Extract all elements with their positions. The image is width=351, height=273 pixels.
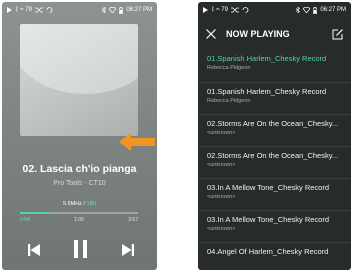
wifi-icon: [303, 7, 311, 13]
bit-depth: 1Bit: [86, 201, 97, 207]
artist-name: <unknown>: [207, 226, 236, 232]
list-item[interactable]: 03.In A Mellow Tone_Chesky Record <unknow…: [198, 178, 351, 210]
now-playing-screen: ᛒ ≈ 79 06:27 PM NOW PLAYING 01.Spanish H…: [198, 2, 351, 270]
play-status-icon: [7, 7, 12, 13]
close-icon[interactable]: [206, 29, 216, 39]
artist-name: <unknown>: [207, 130, 236, 136]
status-time: 06:27 PM: [126, 7, 152, 13]
track-name: 02.Storms Are On the Ocean_Chesky...: [207, 119, 339, 128]
pause-icon[interactable]: [74, 240, 87, 258]
audio-quality: 5.6MHz / 1Bit: [2, 201, 157, 207]
time-row: 0:54 1:00 3:57: [20, 217, 138, 223]
elapsed-time: 0:54: [20, 217, 30, 223]
track-list: 01.Spanish Harlem_Chesky Record Rebecca P…: [198, 50, 351, 270]
track-name: 03.In A Mellow Tone_Chesky Record: [207, 215, 330, 224]
mid-time: 1:00: [74, 217, 84, 223]
edit-icon[interactable]: [332, 28, 343, 40]
list-item[interactable]: 03.In A Mellow Tone_Chesky Record <unknow…: [198, 210, 351, 242]
left-arrow-icon: [119, 133, 155, 151]
status-time: 06:27 PM: [320, 7, 346, 13]
track-name: 04.Angel Of Harlem_Chesky Record: [207, 247, 329, 256]
track-name: 01.Spanish Harlem_Chesky Record: [207, 87, 327, 96]
total-time: 3:57: [128, 217, 138, 223]
shuffle-icon: [230, 7, 239, 13]
list-item[interactable]: 02.Storms Are On the Ocean_Chesky... <unk…: [198, 146, 351, 178]
track-name: 03.In A Mellow Tone_Chesky Record: [207, 183, 330, 192]
repeat-icon: [46, 7, 53, 13]
track-title[interactable]: 02. Lascia ch'io pianga: [2, 163, 157, 175]
progress-bar[interactable]: [20, 212, 138, 214]
track-name: 02.Storms Are On the Ocean_Chesky...: [207, 151, 339, 160]
player-screen: ᛒ ≈ 79 06:27 PM 02. Lascia ch'io pianga …: [2, 2, 157, 270]
next-icon[interactable]: [122, 244, 134, 256]
artist-name: Rebecca Pidgeon: [207, 98, 251, 104]
progress-fill: [20, 212, 50, 214]
playback-controls: [2, 238, 157, 262]
sample-rate: 5.6MHz /: [62, 201, 85, 207]
bluetooth-icon: [102, 7, 107, 13]
page-title: NOW PLAYING: [226, 29, 290, 39]
signal-indicator: ᛒ ≈ 79: [211, 7, 228, 13]
artist-name: Rebecca Pidgeon: [207, 65, 251, 71]
list-item[interactable]: 01.Spanish Harlem_Chesky Record Rebecca P…: [198, 50, 351, 82]
artist-name: <unknown>: [207, 162, 236, 168]
list-item[interactable]: 01.Spanish Harlem_Chesky Record Rebecca P…: [198, 82, 351, 114]
battery-icon: [119, 6, 124, 14]
battery-icon: [313, 6, 318, 14]
track-name: 01.Spanish Harlem_Chesky Record: [207, 54, 327, 63]
list-item[interactable]: 04.Angel Of Harlem_Chesky Record: [198, 242, 351, 270]
shuffle-icon: [34, 7, 43, 13]
album-art: [20, 24, 138, 136]
album-name[interactable]: Pro Tools - CT10: [2, 180, 157, 187]
now-playing-header: NOW PLAYING: [198, 18, 351, 50]
list-item[interactable]: 02.Storms Are On the Ocean_Chesky... <unk…: [198, 114, 351, 146]
previous-icon[interactable]: [28, 244, 40, 256]
play-status-icon: [203, 7, 208, 13]
status-bar: ᛒ ≈ 79 06:27 PM: [2, 2, 157, 18]
bluetooth-icon: [296, 7, 301, 13]
repeat-icon: [242, 7, 249, 13]
artist-name: <unknown>: [207, 194, 236, 200]
status-bar: ᛒ ≈ 79 06:27 PM: [198, 2, 351, 18]
wifi-icon: [109, 7, 117, 13]
signal-indicator: ᛒ ≈ 79: [15, 7, 32, 13]
